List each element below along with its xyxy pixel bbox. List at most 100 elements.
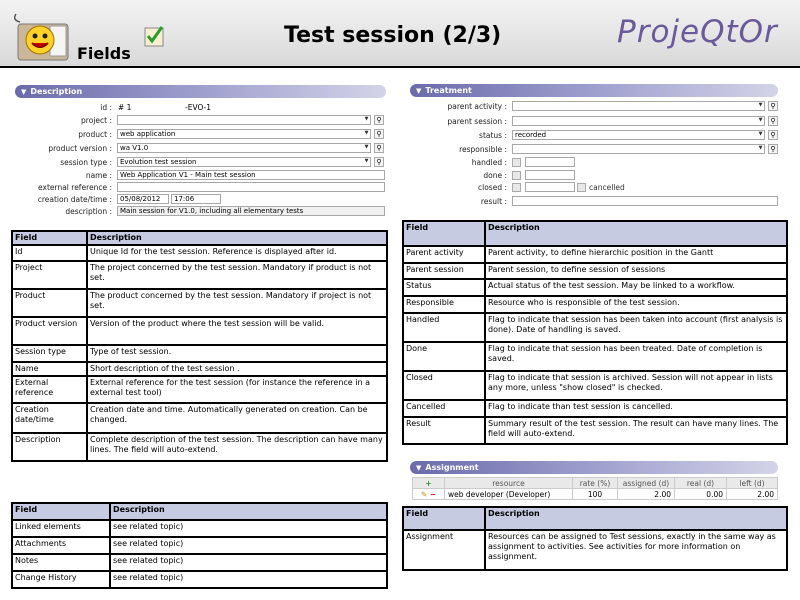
parent-activity-row: parent activity : ▼ ⚲ <box>400 101 800 112</box>
chevron-down-icon[interactable]: ▼ <box>362 157 371 165</box>
table-row: Status Actual status of the test session.… <box>402 278 788 297</box>
handled-date-input[interactable] <box>525 157 575 167</box>
name-input[interactable]: Web Application V1 - Main test session <box>117 170 385 180</box>
search-icon[interactable]: ⚲ <box>768 144 778 154</box>
project-row: project : ▼ ⚲ <box>0 115 390 126</box>
assignment-table: + resource rate (%) assigned (d) real (d… <box>412 477 778 500</box>
delete-icon[interactable]: − <box>430 490 436 499</box>
closed-date-input[interactable] <box>525 182 575 192</box>
chevron-down-icon[interactable]: ▼ <box>756 101 765 109</box>
collapse-icon[interactable]: ▼ <box>416 85 421 98</box>
status-select[interactable]: recorded <box>512 130 765 140</box>
parent-session-row: parent session : ▼ ⚲ <box>400 116 800 127</box>
id-row: id : # 1 -EVO-1 <box>100 103 212 112</box>
left-column-header: left (d) <box>726 477 778 489</box>
table-row: Closed Flag to indicate that session is a… <box>402 370 788 401</box>
search-icon[interactable]: ⚲ <box>768 101 778 111</box>
treatment-fields-table: Field Description Parent activity Parent … <box>402 220 788 445</box>
description-textarea[interactable]: Main session for V1.0, including all ele… <box>117 206 385 216</box>
table-row: Project The project concerned by the test… <box>11 260 388 290</box>
done-date-input[interactable] <box>525 170 575 180</box>
closed-checkbox[interactable] <box>512 183 521 192</box>
search-icon[interactable]: ⚲ <box>374 115 384 125</box>
assignment-section-header[interactable]: ▼ Assignment <box>410 461 778 474</box>
creation-time-input[interactable]: 17:06 <box>171 194 221 204</box>
cancelled-checkbox[interactable] <box>577 183 586 192</box>
add-assignment-button[interactable]: + <box>412 477 445 489</box>
table-row: Creation date/time Creation date and time… <box>11 402 388 434</box>
table-row: Product version Version of the product wh… <box>11 316 388 346</box>
description-section-header[interactable]: ▼ Description <box>15 85 386 98</box>
table-row: External reference External reference for… <box>11 375 388 404</box>
collapse-icon[interactable]: ▼ <box>416 462 421 475</box>
field-column-header: Field <box>402 506 486 531</box>
result-row: result : <box>400 196 800 207</box>
chevron-down-icon[interactable]: ▼ <box>362 143 371 151</box>
table-row: Done Flag to indicate that session has be… <box>402 341 788 372</box>
table-row: Change History see related topic) <box>11 570 388 589</box>
parent-activity-select[interactable] <box>512 101 765 111</box>
product-select[interactable]: web application <box>117 129 371 139</box>
chevron-down-icon[interactable]: ▼ <box>362 115 371 123</box>
search-icon[interactable]: ⚲ <box>374 157 384 167</box>
brand-logo: ProjeQtOr <box>617 14 778 50</box>
chevron-down-icon[interactable]: ▼ <box>362 129 371 137</box>
page-title: Test session (2/3) <box>284 23 502 48</box>
search-icon[interactable]: ⚲ <box>768 130 778 140</box>
table-row: Session type Type of test session. <box>11 344 388 363</box>
table-row: Responsible Resource who is responsible o… <box>402 295 788 314</box>
assigned-column-header: assigned (d) <box>617 477 675 489</box>
name-row: name : Web Application V1 - Main test se… <box>0 170 390 181</box>
table-row: Result Summary result of the test session… <box>402 416 788 445</box>
real-cell: 0.00 <box>674 488 727 500</box>
product-row: product : web application ▼ ⚲ <box>0 129 390 140</box>
table-row: Linked elements see related topic) <box>11 519 388 538</box>
rate-column-header: rate (%) <box>572 477 618 489</box>
table-row: Id Unique Id for the test session. Refere… <box>11 244 388 262</box>
rate-cell: 100 <box>572 488 618 500</box>
collapse-icon[interactable]: ▼ <box>21 86 26 99</box>
table-row: Handled Flag to indicate that session has… <box>402 312 788 343</box>
real-column-header: real (d) <box>674 477 727 489</box>
closed-row: closed : cancelled <box>478 182 625 192</box>
description-column-header: Description <box>109 502 388 521</box>
treatment-section-header[interactable]: ▼ Treatment <box>410 84 778 97</box>
responsible-row: responsible : ▼ ⚲ <box>400 144 800 155</box>
table-row: Cancelled Flag to indicate than test sess… <box>402 399 788 418</box>
chevron-down-icon[interactable]: ▼ <box>756 144 765 152</box>
chevron-down-icon[interactable]: ▼ <box>756 116 765 124</box>
table-row: Description Complete description of the t… <box>11 432 388 462</box>
left-cell: 2.00 <box>726 488 778 500</box>
checklist-icon[interactable] <box>142 24 168 48</box>
status-row: status : recorded ▼ ⚲ <box>400 130 800 141</box>
session-type-select[interactable]: Evolution test session <box>117 157 371 167</box>
external-reference-input[interactable] <box>117 182 385 192</box>
field-column-header: Field <box>402 220 486 247</box>
description-column-header: Description <box>484 220 788 247</box>
handled-checkbox[interactable] <box>512 158 521 167</box>
project-select[interactable] <box>117 115 371 125</box>
fields-label: Fields <box>77 44 131 63</box>
parent-session-select[interactable] <box>512 116 765 126</box>
result-textarea[interactable] <box>512 196 778 206</box>
description-column-header: Description <box>86 230 388 246</box>
page-header: Fields Test session (2/3) ProjeQtOr <box>0 0 800 68</box>
creation-row: creation date/time : 05/08/2012 17:06 <box>0 194 390 205</box>
search-icon[interactable]: ⚲ <box>374 143 384 153</box>
common-sections-table: Field Description Linked elements see rel… <box>11 502 388 589</box>
search-icon[interactable]: ⚲ <box>374 129 384 139</box>
external-reference-row: external reference : <box>0 182 390 193</box>
description-column-header: Description <box>484 506 788 531</box>
id-value: # 1 <box>118 103 132 112</box>
product-version-select[interactable]: wa V1.0 <box>117 143 371 153</box>
description-row: description : Main session for V1.0, inc… <box>0 206 390 217</box>
creation-date-input[interactable]: 05/08/2012 <box>117 194 169 204</box>
search-icon[interactable]: ⚲ <box>768 116 778 126</box>
chevron-down-icon[interactable]: ▼ <box>756 130 765 138</box>
assigned-cell: 2.00 <box>617 488 675 500</box>
responsible-select[interactable] <box>512 144 765 154</box>
done-checkbox[interactable] <box>512 171 521 180</box>
edit-icon[interactable]: ✎ <box>421 490 427 499</box>
product-version-row: product version : wa V1.0 ▼ ⚲ <box>0 143 390 154</box>
field-column-header: Field <box>11 502 111 521</box>
